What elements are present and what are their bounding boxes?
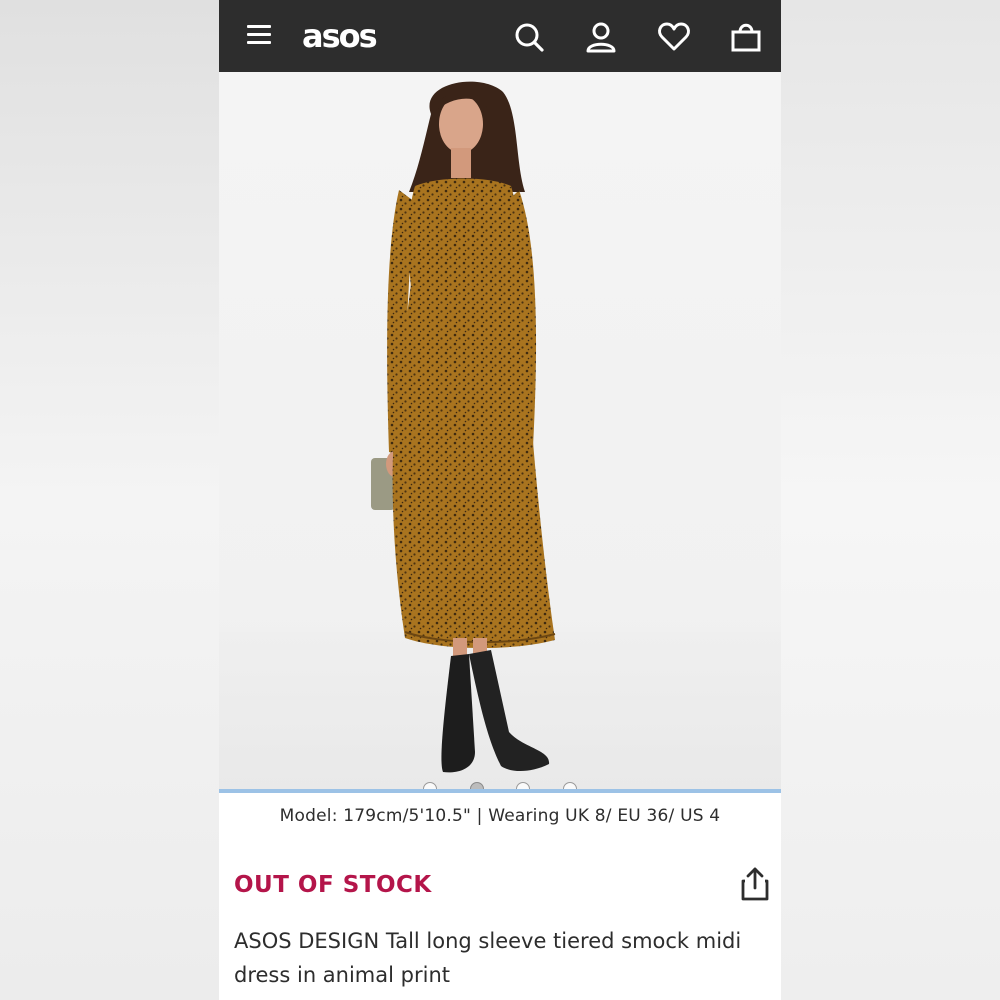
model-size-info: Model: 179cm/5'10.5" | Wearing UK 8/ EU … xyxy=(279,806,721,826)
top-navigation-bar: asos xyxy=(219,0,781,72)
product-title: ASOS DESIGN Tall long sleeve tiered smoc… xyxy=(234,929,742,987)
image-divider xyxy=(219,789,781,793)
stock-status: OUT OF STOCK xyxy=(234,872,432,898)
background-right xyxy=(781,0,1000,1000)
menu-icon[interactable] xyxy=(245,22,275,50)
product-image[interactable] xyxy=(219,72,781,790)
heart-icon[interactable] xyxy=(657,20,691,54)
background-left xyxy=(0,0,219,1000)
search-icon[interactable] xyxy=(512,20,546,54)
share-icon[interactable] xyxy=(739,866,771,902)
phone-screen: asos Model: 179cm/5'10.5" | Wearing UK 8… xyxy=(219,0,781,1000)
model-photo xyxy=(371,81,556,773)
account-icon[interactable] xyxy=(584,20,618,54)
asos-logo[interactable]: asos xyxy=(302,14,378,58)
bag-icon[interactable] xyxy=(729,20,763,54)
